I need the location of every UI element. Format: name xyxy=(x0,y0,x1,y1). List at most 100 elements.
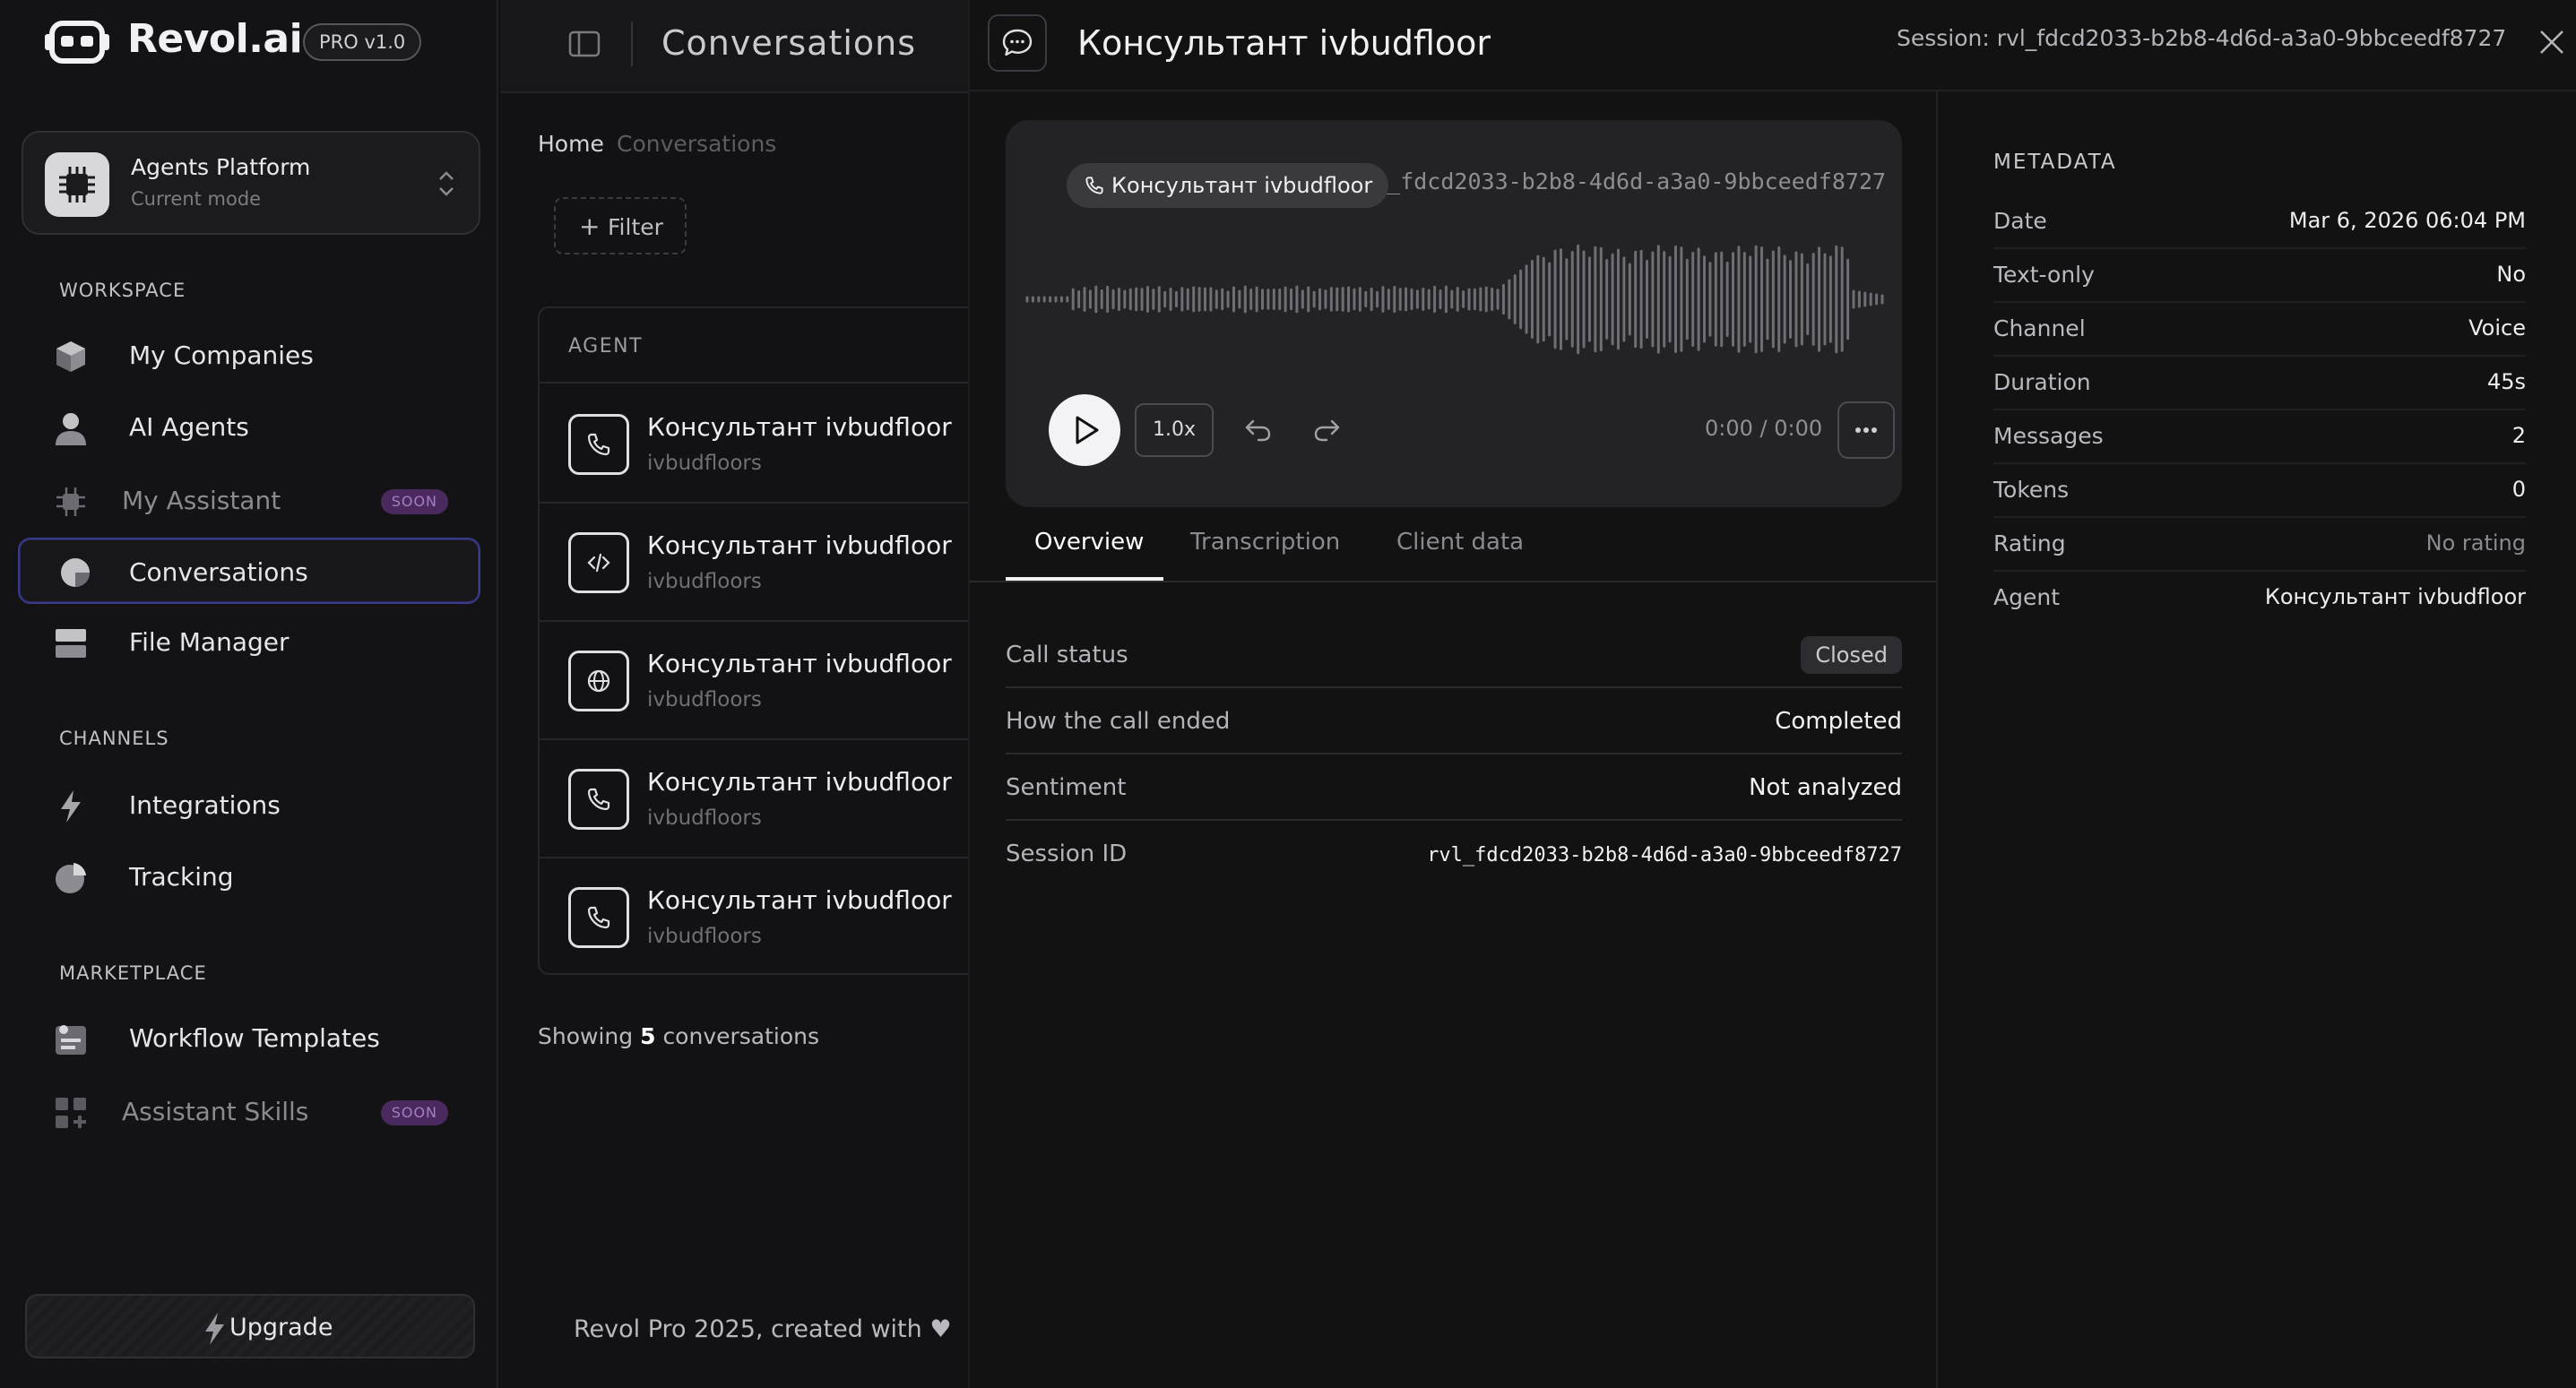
phone-icon xyxy=(568,414,629,475)
playback-speed-button[interactable]: 1.0x xyxy=(1135,403,1214,457)
metadata-value: 45s xyxy=(2486,369,2526,394)
overview-label: Sentiment xyxy=(1006,774,1127,801)
table-row[interactable]: Консультант ivbudfloor ivbudfloors xyxy=(540,858,984,973)
play-button[interactable] xyxy=(1049,394,1120,466)
sidebar-item-label: Integrations xyxy=(129,790,281,820)
section-workspace: WORKSPACE xyxy=(59,280,186,301)
player-session-id: rvl_fdcd2033-b2b8-4d6d-a3a0-9bbceedf8727 xyxy=(1346,168,1887,194)
metadata-row-rating: Rating No rating xyxy=(1993,518,2526,572)
storage-icon xyxy=(54,626,88,660)
mode-switcher[interactable]: Agents Platform Current mode xyxy=(22,131,480,235)
row-title: Консультант ivbudfloor xyxy=(647,767,952,797)
results-count: Showing 5 conversations xyxy=(538,1023,819,1049)
plus-icon: + xyxy=(579,211,601,241)
metadata-label: Channel xyxy=(1993,315,2086,341)
user-icon xyxy=(54,411,88,445)
filter-button[interactable]: + Filter xyxy=(554,197,687,254)
sidebar-item-label: My Companies xyxy=(129,341,314,370)
sidebar-item-conversations[interactable]: Conversations xyxy=(18,538,480,604)
metadata-label: Agent xyxy=(1993,584,2060,610)
table-row[interactable]: Консультант ivbudfloor ivbudfloors xyxy=(540,622,984,740)
phone-icon xyxy=(1085,177,1103,194)
metadata-heading: METADATA xyxy=(1993,151,2117,174)
close-icon[interactable] xyxy=(2537,27,2567,57)
tab-overview[interactable]: Overview xyxy=(1034,529,1144,556)
chip-icon xyxy=(45,152,109,217)
column-agent: AGENT xyxy=(568,335,644,358)
waveform[interactable] xyxy=(1024,237,1886,362)
sidebar-toggle-icon[interactable] xyxy=(568,30,601,57)
lightning-icon xyxy=(203,1312,226,1346)
version-badge: PRO v1.0 xyxy=(303,23,422,61)
sidebar-item-assistant-skills[interactable]: Assistant Skills SOON xyxy=(18,1079,480,1145)
table-row[interactable]: Консультант ivbudfloor ivbudfloors xyxy=(540,504,984,622)
metadata-value: 2 xyxy=(2511,423,2526,448)
row-title: Консультант ivbudfloor xyxy=(647,412,952,442)
sidebar: Revol.ai PRO v1.0 Agents Platform Curren… xyxy=(0,0,498,1388)
metadata-label: Rating xyxy=(1993,530,2066,556)
conversations-table: AGENT Консультант ivbudfloor ivbudfloors… xyxy=(538,306,986,975)
metadata-label: Tokens xyxy=(1993,477,2070,503)
sidebar-item-workflow-templates[interactable]: Workflow Templates xyxy=(18,1005,480,1072)
chip-icon xyxy=(54,485,88,519)
section-marketplace: MARKETPLACE xyxy=(59,962,207,984)
section-channels: CHANNELS xyxy=(59,728,169,749)
footer-credit: Revol Pro 2025, created with ♥ xyxy=(574,1315,952,1343)
heart-icon: ♥ xyxy=(929,1315,952,1343)
session-label: Session: rvl_fdcd2033-b2b8-4d6d-a3a0-9bb… xyxy=(1897,25,2507,51)
lightning-icon xyxy=(54,789,88,823)
breadcrumb-home[interactable]: Home xyxy=(538,131,604,157)
tabs-divider xyxy=(970,581,1936,582)
code-icon xyxy=(568,532,629,593)
metadata-row-channel: Channel Voice xyxy=(1993,303,2526,357)
metadata-value: No xyxy=(2496,262,2526,287)
row-subtitle: ivbudfloors xyxy=(647,452,762,475)
sidebar-item-ai-agents[interactable]: AI Agents xyxy=(18,394,480,461)
metadata-value: 0 xyxy=(2511,477,2526,502)
tab-transcription[interactable]: Transcription xyxy=(1190,529,1340,556)
overview-row-call-status: Call status Closed xyxy=(1006,622,1902,688)
agent-pill: Консультант ivbudfloor xyxy=(1067,163,1389,208)
forward-icon[interactable] xyxy=(1312,416,1343,443)
phone-icon xyxy=(568,887,629,948)
row-title: Консультант ivbudfloor xyxy=(647,649,952,678)
grid-plus-icon xyxy=(54,1096,88,1130)
chat-bubble-icon xyxy=(59,556,93,591)
table-row[interactable]: Консультант ivbudfloor ivbudfloors xyxy=(540,740,984,858)
page-title: Conversations xyxy=(661,23,917,63)
metadata-row-tokens: Tokens 0 xyxy=(1993,464,2526,518)
rewind-icon[interactable] xyxy=(1242,416,1273,443)
metadata-value: Mar 6, 2026 06:04 PM xyxy=(2288,208,2526,233)
status-badge: Closed xyxy=(1801,636,1902,674)
more-options-button[interactable] xyxy=(1837,401,1895,459)
row-subtitle: ivbudfloors xyxy=(647,925,762,948)
sidebar-item-label: My Assistant xyxy=(122,486,281,515)
metadata-row-duration: Duration 45s xyxy=(1993,357,2526,410)
table-header: AGENT xyxy=(540,308,984,384)
metadata-label: Messages xyxy=(1993,423,2104,449)
metadata-row-text-only: Text-only No xyxy=(1993,249,2526,303)
upgrade-button[interactable]: Upgrade xyxy=(25,1294,475,1358)
sidebar-item-label: AI Agents xyxy=(129,412,249,442)
sidebar-item-integrations[interactable]: Integrations xyxy=(18,772,480,839)
sidebar-item-my-assistant[interactable]: My Assistant SOON xyxy=(18,468,480,534)
audio-player: rvl_fdcd2033-b2b8-4d6d-a3a0-9bbceedf8727… xyxy=(1006,120,1902,507)
table-row[interactable]: Консультант ivbudfloor ivbudfloors xyxy=(540,385,984,504)
sidebar-item-label: Tracking xyxy=(129,862,234,892)
metadata-row-agent: Agent Консультант ivbudfloor xyxy=(1993,572,2526,625)
metadata-value: No rating xyxy=(2425,530,2526,556)
sidebar-item-file-manager[interactable]: File Manager xyxy=(18,609,480,676)
footer-text: Revol Pro 2025, created with xyxy=(574,1315,922,1343)
metadata-label: Text-only xyxy=(1993,262,2095,288)
overview-label: Session ID xyxy=(1006,841,1128,867)
sidebar-item-tracking[interactable]: Tracking xyxy=(18,844,480,910)
template-icon xyxy=(54,1022,88,1056)
results-suffix: conversations xyxy=(662,1023,820,1049)
metadata-row-messages: Messages 2 xyxy=(1993,410,2526,464)
row-title: Консультант ivbudfloor xyxy=(647,530,952,560)
tab-client-data[interactable]: Client data xyxy=(1396,529,1524,556)
chat-icon xyxy=(988,14,1047,72)
sidebar-item-my-companies[interactable]: My Companies xyxy=(18,323,480,389)
robot-logo-icon xyxy=(45,20,109,65)
overview-row-call-ended: How the call ended Completed xyxy=(1006,688,1902,754)
